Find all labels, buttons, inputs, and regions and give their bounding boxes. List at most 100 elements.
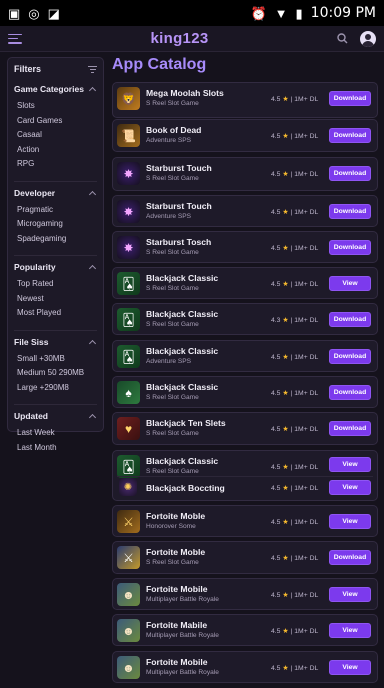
app-row[interactable]: ☻ Fortoite Mabile Multiplayer Battle Royal… xyxy=(113,615,377,647)
download-button[interactable]: Download xyxy=(329,166,371,181)
sunburst-icon: ✺ xyxy=(119,478,137,496)
download-button[interactable]: Download xyxy=(329,550,371,565)
filter-option[interactable]: Pragmatic xyxy=(14,203,97,218)
filter-option[interactable]: Spadegaming xyxy=(14,232,97,247)
chevron-up-icon[interactable] xyxy=(88,339,97,347)
app-meta: 4.5 ★ | 1M+ DL xyxy=(271,627,318,635)
app-title: Fortoite Mobile xyxy=(146,584,208,594)
app-card[interactable]: ♠ Blackjack Classic S Reel Slot Game 4.5 ★ … xyxy=(112,376,378,408)
filter-option[interactable]: Action xyxy=(14,143,97,158)
app-title: Mega Moolah Slots xyxy=(146,88,224,98)
download-button[interactable]: Download xyxy=(329,312,371,327)
filter-option[interactable]: Microgaming xyxy=(14,217,97,232)
app-card[interactable]: 📜 Book of Dead Adventure SPS 4.5 ★ | 1M+ DL… xyxy=(112,119,378,152)
star-icon: ★ xyxy=(280,390,291,397)
app-card[interactable]: 🦁 Mega Moolah Slots S Reel Slot Game 4.5 ★ … xyxy=(112,82,378,118)
chevron-up-icon[interactable] xyxy=(88,86,97,95)
filter-group-title[interactable]: File Siss xyxy=(14,337,97,347)
filter-option[interactable]: Large +290M8 xyxy=(14,381,97,396)
app-card[interactable]: ✸ Starburst Tosch S Reel Slot Game 4.5 ★ | … xyxy=(112,231,378,263)
chevron-up-icon[interactable] xyxy=(88,190,97,198)
fortnite-character-icon: ☻ xyxy=(117,619,140,642)
app-row[interactable]: 🂡 Blackjack Classic S Reel Slot Game 4.3 ★ … xyxy=(113,304,377,336)
app-meta: 4.5 ★ | 1M+ DL xyxy=(271,389,318,397)
app-card[interactable]: ☻ Fortoite Mabile Multiplayer Battle Royal… xyxy=(112,614,378,646)
filter-option[interactable]: RPG xyxy=(14,157,97,172)
menu-icon[interactable] xyxy=(8,33,22,44)
download-button[interactable]: Download xyxy=(329,128,371,143)
filter-option[interactable]: Card Games xyxy=(14,114,97,129)
filter-option[interactable]: Most Played xyxy=(14,306,97,321)
filter-option[interactable]: Last Week xyxy=(14,426,97,441)
app-card[interactable]: ⚔ Fortoite Moble S Reel Slot Game 4.5 ★ | 1… xyxy=(112,541,378,574)
app-row[interactable]: 🂡 Blackjack Classic Adventure SPS 4.5 ★ | 1… xyxy=(113,341,377,373)
app-row[interactable]: ⚔ Fortoite Moble S Reel Slot Game 4.5 ★ | 1… xyxy=(113,542,377,574)
filter-group-label: Game Categories xyxy=(14,84,84,94)
app-meta: 4.5 ★ | 1M+ DL xyxy=(271,484,318,492)
app-card[interactable]: ✸ Starburst Touch Adventure SPS 4.5 ★ | 1M+… xyxy=(112,195,378,227)
app-row[interactable]: 🦁 Mega Moolah Slots S Reel Slot Game 4.5 ★ … xyxy=(113,83,377,115)
filter-group-title[interactable]: Developer xyxy=(14,188,97,198)
download-button[interactable]: Download xyxy=(329,204,371,219)
battery-icon: ▮ xyxy=(295,5,303,21)
filter-group-title[interactable]: Game Categories xyxy=(14,84,97,95)
app-subtitle: S Reel Slot Game xyxy=(146,100,199,107)
app-row[interactable]: ⚔ Fortoite Moble Honorover Some 4.5 ★ | 1M+… xyxy=(113,506,377,538)
filter-group-title[interactable]: Popularity xyxy=(14,262,97,273)
app-downloads: 1M+ DL xyxy=(294,628,319,635)
filter-option[interactable]: Newest xyxy=(14,292,97,307)
app-row[interactable]: 🂡 Blackjack Classic S Reel Slot Game 4.5 ★ … xyxy=(113,451,377,478)
download-button[interactable]: Download xyxy=(329,421,371,436)
search-icon[interactable] xyxy=(337,33,348,44)
download-button[interactable]: Download xyxy=(329,349,371,364)
filter-group: Updated Last Week Last Month xyxy=(14,411,97,455)
view-button[interactable]: View xyxy=(329,276,371,291)
app-title: Blackjack Boccting xyxy=(146,483,225,493)
filter-icon[interactable] xyxy=(88,65,97,73)
app-row[interactable]: 📜 Book of Dead Adventure SPS 4.5 ★ | 1M+ DL… xyxy=(113,120,377,152)
view-button[interactable]: View xyxy=(329,660,371,675)
app-row[interactable]: ☻ Fortoite Mobile Multiplayer Battle Royal… xyxy=(113,652,377,684)
filter-option[interactable]: Slots xyxy=(14,99,97,114)
view-button[interactable]: View xyxy=(329,457,371,472)
app-row[interactable]: ☻ Fortoite Mobile Multiplayer Battle Royal… xyxy=(113,579,377,611)
app-row[interactable]: ♥ Blackjack Ten Slets S Reel Slot Game 4.5 … xyxy=(113,413,377,445)
filter-option[interactable]: Casaal xyxy=(14,128,97,143)
filter-option[interactable]: Medium 50 290MB xyxy=(14,366,97,381)
filter-divider xyxy=(14,180,97,182)
app-meta: 4.5 ★ | 1M+ DL xyxy=(271,518,318,526)
filter-option[interactable]: Top Rated xyxy=(14,277,97,292)
app-card[interactable]: ☻ Fortoite Mobile Multiplayer Battle Royal… xyxy=(112,651,378,683)
view-button[interactable]: View xyxy=(329,587,371,602)
app-subtitle: Multiplayer Battle Royale xyxy=(146,632,219,639)
app-card[interactable]: ♥ Blackjack Ten Slets S Reel Slot Game 4.5 … xyxy=(112,412,378,445)
view-button[interactable]: View xyxy=(329,623,371,638)
app-card[interactable]: ☻ Fortoite Mobile Multiplayer Battle Royal… xyxy=(112,578,378,610)
filter-option[interactable]: Last Month xyxy=(14,441,97,456)
view-button[interactable]: View xyxy=(329,514,371,529)
app-card[interactable]: 🂡 Blackjack Classic S Reel Slot Game 4.5 ★ … xyxy=(112,267,378,299)
app-meta: 4.5 ★ | 1M+ DL xyxy=(271,170,318,178)
app-card[interactable]: 🂡 Blackjack Classic S Reel Slot Game 4.3 ★ … xyxy=(112,303,378,335)
app-card[interactable]: ✸ Starburst Touch S Reel Slot Game 4.5 ★ | … xyxy=(112,157,378,191)
app-row[interactable]: ✸ Starburst Touch S Reel Slot Game 4.5 ★ | … xyxy=(113,158,377,190)
app-subtitle: S Reel Slot Game xyxy=(146,468,199,475)
avatar[interactable] xyxy=(360,30,376,47)
app-row[interactable]: ♠ Blackjack Classic S Reel Slot Game 4.5 ★ … xyxy=(113,377,377,409)
download-button[interactable]: Download xyxy=(329,385,371,400)
app-card[interactable]: 🂡 Blackjack Classic S Reel Slot Game 4.5 ★ … xyxy=(112,450,378,501)
app-row[interactable]: ✸ Starburst Touch Adventure SPS 4.5 ★ | 1M+… xyxy=(113,196,377,228)
app-row[interactable]: ✸ Starburst Tosch S Reel Slot Game 4.5 ★ | … xyxy=(113,232,377,264)
chevron-up-icon[interactable] xyxy=(88,264,97,273)
app-card[interactable]: ⚔ Fortoite Moble Honorover Some 4.5 ★ | 1M+… xyxy=(112,505,378,537)
filter-group-title[interactable]: Updated xyxy=(14,411,97,422)
view-button[interactable]: View xyxy=(329,480,371,495)
app-row[interactable]: 🂡 Blackjack Classic S Reel Slot Game 4.5 ★ … xyxy=(113,268,377,300)
download-button[interactable]: Download xyxy=(329,240,371,255)
chevron-up-icon[interactable] xyxy=(88,413,97,422)
download-button[interactable]: Download xyxy=(329,91,371,106)
app-downloads: 1M+ DL xyxy=(294,171,319,178)
filter-option[interactable]: Small +30MB xyxy=(14,352,97,367)
app-card[interactable]: 🂡 Blackjack Classic Adventure SPS 4.5 ★ | 1… xyxy=(112,340,378,372)
app-row[interactable]: ✺ Blackjack Boccting 4.5 ★ | 1M+ DL View xyxy=(113,476,377,508)
